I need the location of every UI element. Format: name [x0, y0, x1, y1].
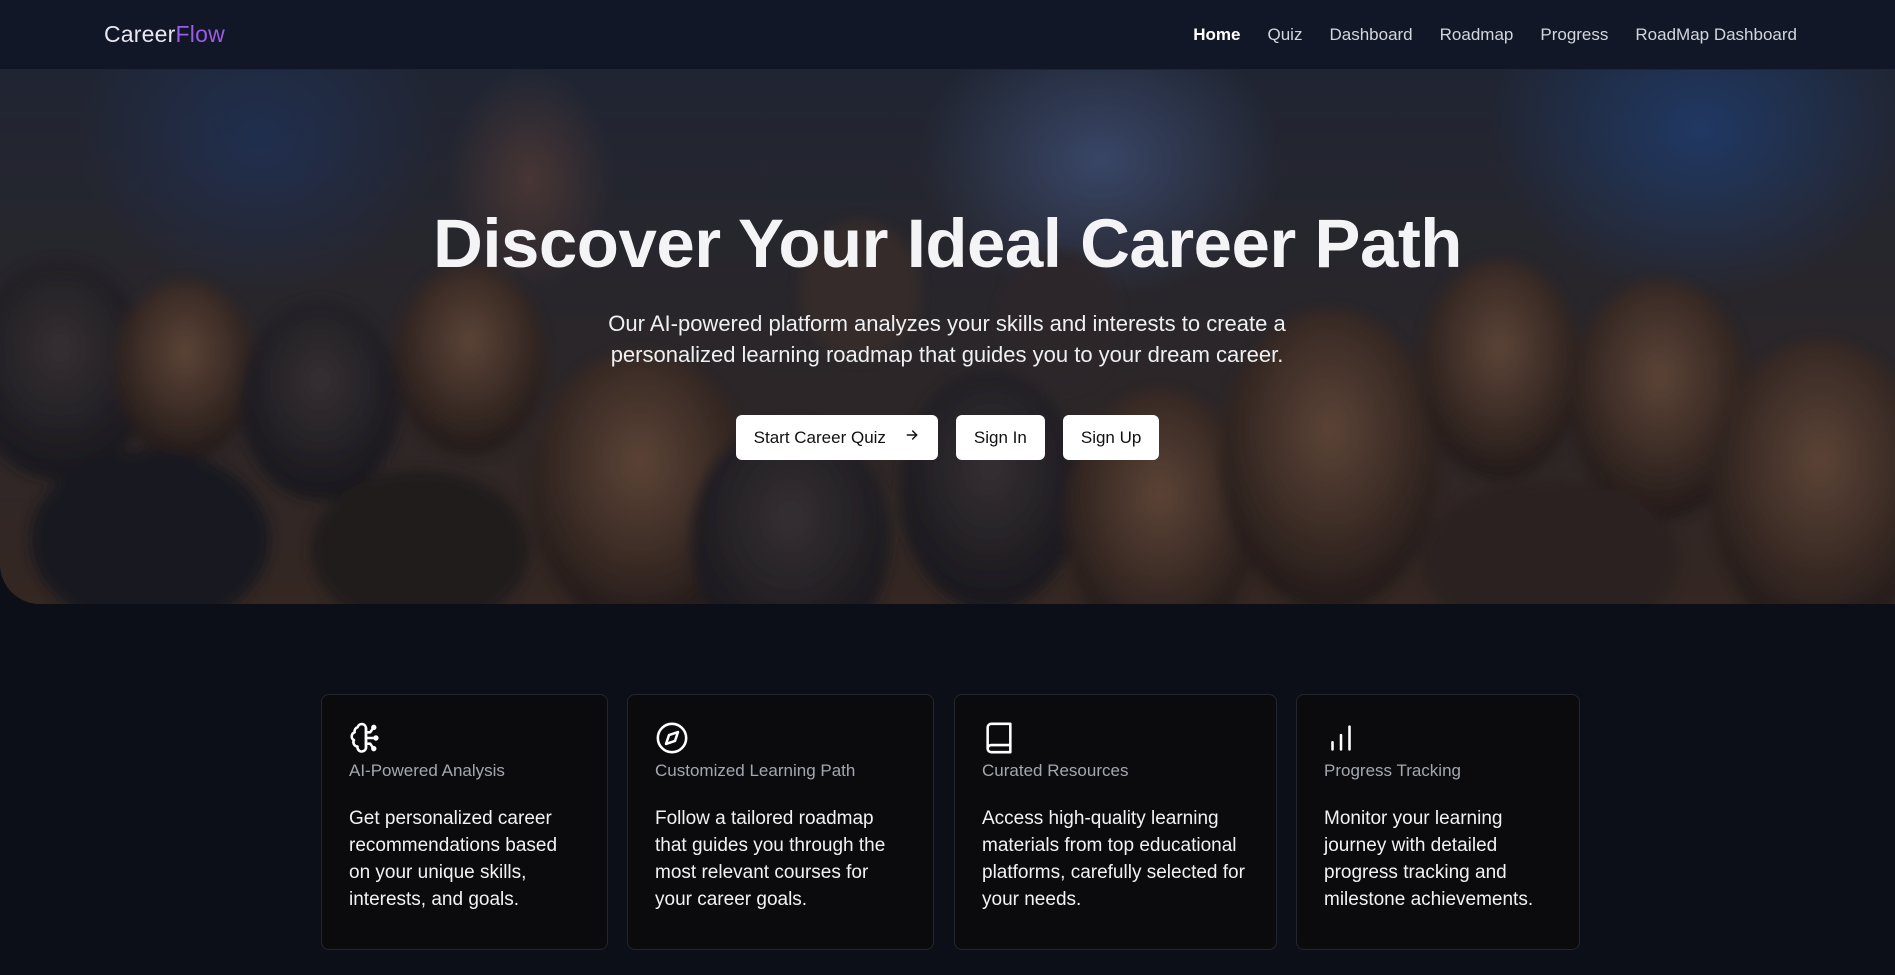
- sign-in-button[interactable]: Sign In: [955, 415, 1045, 460]
- nav-link-quiz[interactable]: Quiz: [1268, 25, 1303, 45]
- arrow-right-icon: [904, 427, 920, 448]
- feature-card-learning-path: Customized Learning Path Follow a tailor…: [627, 694, 934, 950]
- book-icon: [982, 721, 1249, 755]
- sign-up-button[interactable]: Sign Up: [1062, 415, 1160, 460]
- nav-links: Home Quiz Dashboard Roadmap Progress Roa…: [1193, 25, 1797, 45]
- nav-link-home[interactable]: Home: [1193, 25, 1240, 45]
- hero-buttons: Start Career Quiz Sign In Sign Up: [0, 415, 1895, 460]
- brain-icon: [349, 721, 580, 755]
- compass-icon: [655, 721, 906, 755]
- bar-chart-icon: [1324, 721, 1552, 755]
- brand-name-part2: Flow: [175, 21, 225, 47]
- start-career-quiz-button[interactable]: Start Career Quiz: [735, 415, 938, 460]
- feature-description: Monitor your learning journey with detai…: [1324, 808, 1534, 910]
- features-section: AI-Powered Analysis Get personalized car…: [0, 694, 1895, 950]
- feature-description: Access high-quality learning materials f…: [982, 808, 1245, 910]
- feature-description: Follow a tailored roadmap that guides yo…: [655, 808, 886, 910]
- brand-logo[interactable]: CareerFlow: [104, 21, 225, 48]
- nav-link-dashboard[interactable]: Dashboard: [1329, 25, 1412, 45]
- nav-link-roadmap[interactable]: Roadmap: [1440, 25, 1514, 45]
- feature-card-ai-analysis: AI-Powered Analysis Get personalized car…: [321, 694, 608, 950]
- feature-title: Curated Resources: [982, 761, 1129, 780]
- feature-description: Get personalized career recommendations …: [349, 808, 558, 910]
- feature-card-progress-tracking: Progress Tracking Monitor your learning …: [1296, 694, 1580, 950]
- feature-card-curated-resources: Curated Resources Access high-quality le…: [954, 694, 1277, 950]
- navbar: CareerFlow Home Quiz Dashboard Roadmap P…: [0, 0, 1895, 70]
- hero-subtitle: Our AI-powered platform analyzes your sk…: [608, 311, 1286, 367]
- nav-link-roadmap-dashboard[interactable]: RoadMap Dashboard: [1635, 25, 1797, 45]
- start-career-quiz-label: Start Career Quiz: [753, 427, 886, 447]
- feature-title: AI-Powered Analysis: [349, 761, 505, 780]
- feature-title: Customized Learning Path: [655, 761, 856, 780]
- brand-name-part1: Career: [104, 21, 176, 47]
- feature-title: Progress Tracking: [1324, 761, 1461, 780]
- hero-title: Discover Your Ideal Career Path: [433, 205, 1462, 282]
- nav-link-progress[interactable]: Progress: [1540, 25, 1608, 45]
- hero-section: Discover Your Ideal Career Path Our AI-p…: [0, 70, 1895, 604]
